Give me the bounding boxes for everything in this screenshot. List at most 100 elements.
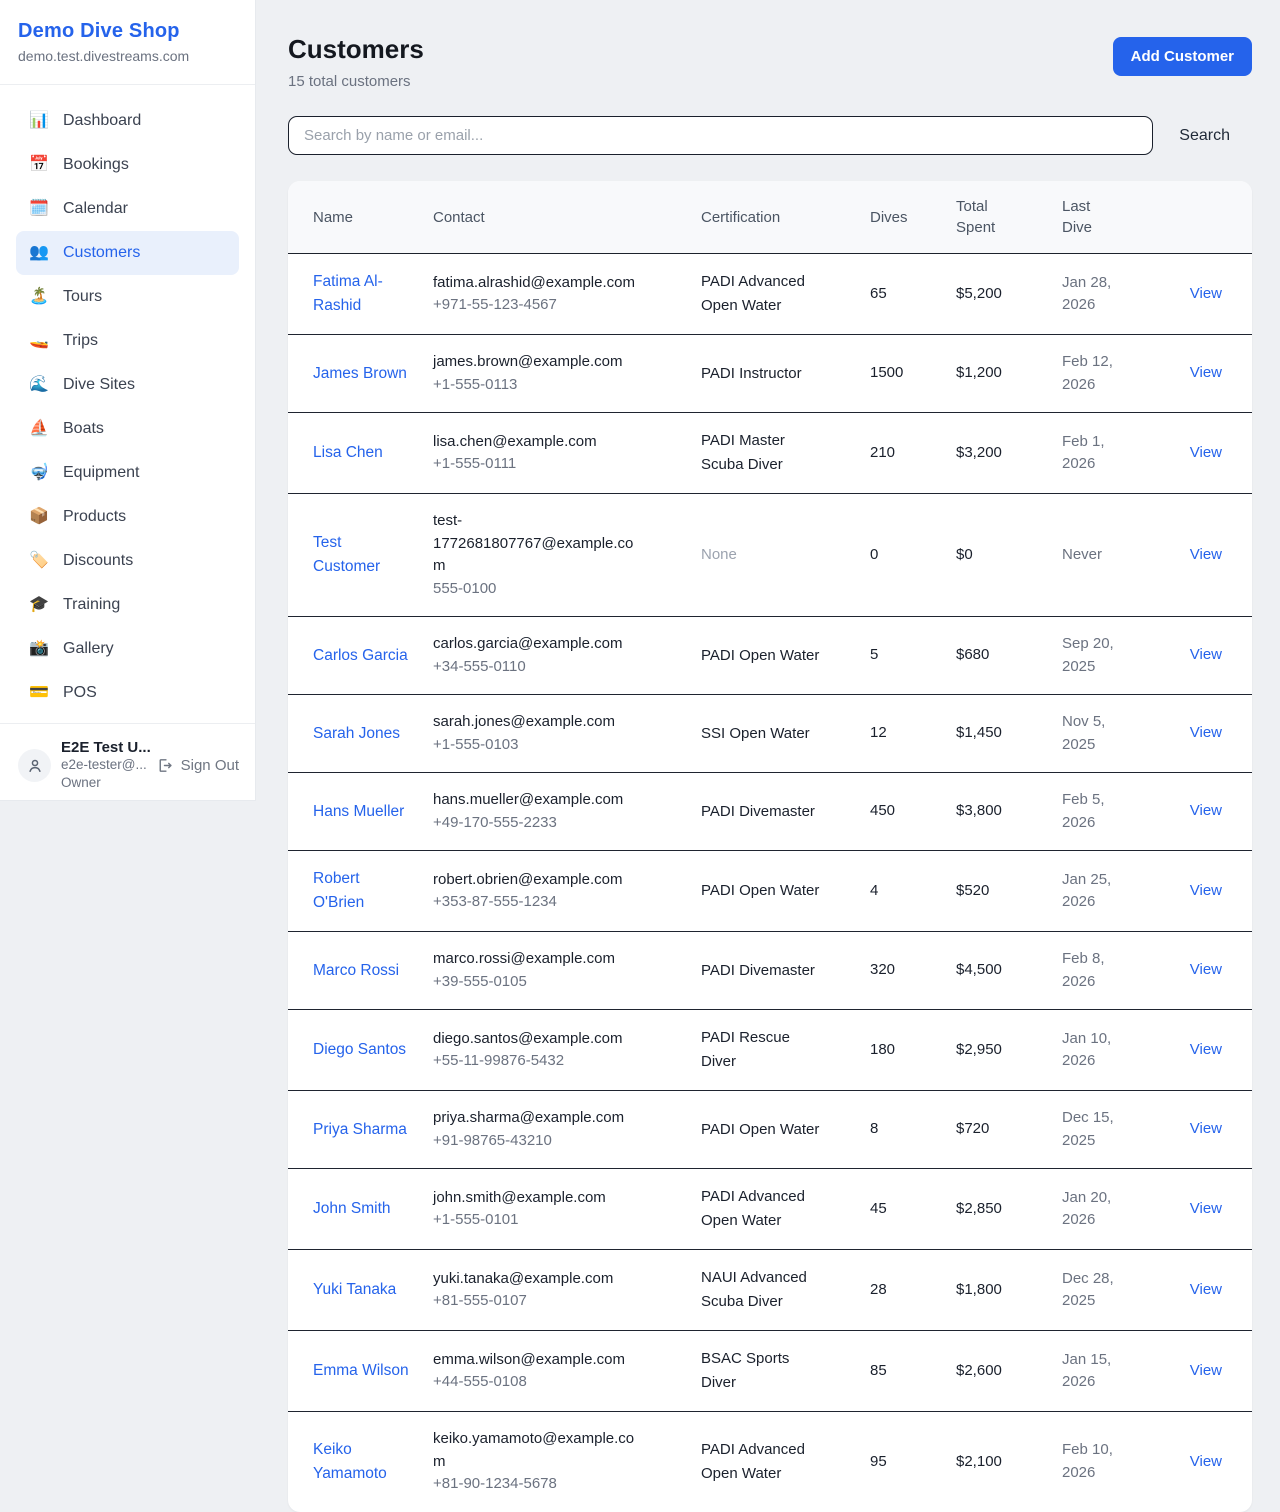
view-link[interactable]: View <box>1190 285 1222 302</box>
customer-name-link[interactable]: Emma Wilson <box>313 1359 409 1383</box>
sidebar: Demo Dive Shop demo.test.divestreams.com… <box>0 0 256 801</box>
customer-email: yuki.tanaka@example.com <box>433 1268 645 1291</box>
pos-icon: 💳 <box>28 681 50 705</box>
customer-email: john.smith@example.com <box>433 1187 645 1210</box>
customer-last-dive: Feb 10, 2026 <box>1062 1439 1124 1484</box>
sidebar-item-training[interactable]: 🎓 Training <box>16 583 239 627</box>
customer-email: fatima.alrashid@example.com <box>433 272 645 295</box>
dive-sites-icon: 🌊 <box>28 373 50 397</box>
customer-total-spent: $1,200 <box>956 364 1002 381</box>
tours-icon: 🏝️ <box>28 285 50 309</box>
customer-name-link[interactable]: Test Customer <box>313 531 410 579</box>
customer-dives: 0 <box>870 546 878 563</box>
customer-name-link[interactable]: Marco Rossi <box>313 959 399 983</box>
customer-name-link[interactable]: Keiko Yamamoto <box>313 1438 410 1486</box>
view-link[interactable]: View <box>1190 1120 1222 1137</box>
sidebar-item-trips[interactable]: 🚤 Trips <box>16 319 239 363</box>
customer-certification: PADI Open Water <box>701 644 819 668</box>
customer-total-spent: $3,800 <box>956 802 1002 819</box>
customer-last-dive: Nov 5, 2025 <box>1062 711 1124 756</box>
sidebar-item-gallery[interactable]: 📸 Gallery <box>16 627 239 671</box>
view-link[interactable]: View <box>1190 1200 1222 1217</box>
page-header: Customers 15 total customers Add Custome… <box>288 34 1252 90</box>
customer-dives: 65 <box>870 285 887 302</box>
customer-last-dive: Feb 8, 2026 <box>1062 948 1124 993</box>
sidebar-item-dashboard[interactable]: 📊 Dashboard <box>16 99 239 143</box>
customer-name-link[interactable]: Lisa Chen <box>313 441 383 465</box>
view-link[interactable]: View <box>1190 364 1222 381</box>
view-link[interactable]: View <box>1190 444 1222 461</box>
bookings-icon: 📅 <box>28 153 50 177</box>
table-row: Priya Sharma priya.sharma@example.com +9… <box>288 1091 1252 1169</box>
view-link[interactable]: View <box>1190 1362 1222 1379</box>
avatar <box>18 749 51 782</box>
customer-email: marco.rossi@example.com <box>433 948 645 971</box>
add-customer-button[interactable]: Add Customer <box>1113 37 1252 76</box>
customer-name-link[interactable]: Priya Sharma <box>313 1118 407 1142</box>
customer-certification: PADI Master Scuba Diver <box>701 429 823 477</box>
customer-certification: PADI Advanced Open Water <box>701 1185 823 1233</box>
sidebar-item-discounts[interactable]: 🏷️ Discounts <box>16 539 239 583</box>
sidebar-item-boats[interactable]: ⛵ Boats <box>16 407 239 451</box>
customer-name-link[interactable]: Carlos Garcia <box>313 644 408 668</box>
search-button[interactable]: Search <box>1153 119 1252 153</box>
customer-total-spent: $0 <box>956 546 973 563</box>
view-link[interactable]: View <box>1190 882 1222 899</box>
customer-phone: +81-555-0107 <box>433 1290 691 1313</box>
customer-phone: +49-170-555-2233 <box>433 812 691 835</box>
view-link[interactable]: View <box>1190 802 1222 819</box>
view-link[interactable]: View <box>1190 546 1222 563</box>
view-link[interactable]: View <box>1190 1041 1222 1058</box>
customer-total-spent: $1,450 <box>956 724 1002 741</box>
sidebar-item-customers[interactable]: 👥 Customers <box>16 231 239 275</box>
column-header: Contact <box>433 207 485 228</box>
view-link[interactable]: View <box>1190 1281 1222 1298</box>
customer-name-link[interactable]: Diego Santos <box>313 1038 406 1062</box>
sidebar-item-bookings[interactable]: 📅 Bookings <box>16 143 239 187</box>
customer-name-link[interactable]: Robert O'Brien <box>313 867 410 915</box>
customer-email: lisa.chen@example.com <box>433 431 645 454</box>
search-input[interactable] <box>288 116 1153 155</box>
customer-name-link[interactable]: John Smith <box>313 1197 391 1221</box>
customer-email: robert.obrien@example.com <box>433 869 645 892</box>
sidebar-item-products[interactable]: 📦 Products <box>16 495 239 539</box>
customer-total-spent: $3,200 <box>956 444 1002 461</box>
customer-last-dive: Feb 5, 2026 <box>1062 789 1124 834</box>
gallery-icon: 📸 <box>28 637 50 661</box>
customer-phone: 555-0100 <box>433 578 691 601</box>
table-header: NameContactCertificationDivesTotal Spent… <box>288 181 1252 254</box>
customer-dives: 28 <box>870 1281 887 1298</box>
table-row: Marco Rossi marco.rossi@example.com +39-… <box>288 932 1252 1010</box>
customer-name-link[interactable]: Yuki Tanaka <box>313 1278 396 1302</box>
table-row: Emma Wilson emma.wilson@example.com +44-… <box>288 1331 1252 1412</box>
customer-name-link[interactable]: Hans Mueller <box>313 800 404 824</box>
table-row: Diego Santos diego.santos@example.com +5… <box>288 1010 1252 1091</box>
sign-out-button[interactable]: Sign Out <box>156 757 239 774</box>
customer-dives: 210 <box>870 444 895 461</box>
column-header: Name <box>313 207 353 228</box>
table-row: Keiko Yamamoto keiko.yamamoto@example.co… <box>288 1412 1252 1512</box>
sidebar-item-calendar[interactable]: 🗓️ Calendar <box>16 187 239 231</box>
sidebar-item-dive-sites[interactable]: 🌊 Dive Sites <box>16 363 239 407</box>
customer-dives: 8 <box>870 1120 878 1137</box>
view-link[interactable]: View <box>1190 1453 1222 1470</box>
customer-phone: +81-90-1234-5678 <box>433 1473 691 1496</box>
sidebar-item-pos[interactable]: 💳 POS <box>16 671 239 715</box>
customer-name-link[interactable]: Fatima Al-Rashid <box>313 270 410 318</box>
column-header: Certification <box>701 207 780 228</box>
view-link[interactable]: View <box>1190 961 1222 978</box>
sidebar-item-tours[interactable]: 🏝️ Tours <box>16 275 239 319</box>
customers-table-card: NameContactCertificationDivesTotal Spent… <box>288 181 1252 1512</box>
customer-dives: 12 <box>870 724 887 741</box>
sidebar-item-equipment[interactable]: 🤿 Equipment <box>16 451 239 495</box>
view-link[interactable]: View <box>1190 646 1222 663</box>
customer-certification: PADI Instructor <box>701 362 802 386</box>
view-link[interactable]: View <box>1190 724 1222 741</box>
customer-total-spent: $2,100 <box>956 1453 1002 1470</box>
customer-dives: 1500 <box>870 364 903 381</box>
customer-last-dive: Jan 15, 2026 <box>1062 1349 1124 1394</box>
user-email: e2e-tester@... <box>61 756 146 774</box>
customer-name-link[interactable]: Sarah Jones <box>313 722 400 746</box>
products-icon: 📦 <box>28 505 50 529</box>
customer-name-link[interactable]: James Brown <box>313 362 407 386</box>
